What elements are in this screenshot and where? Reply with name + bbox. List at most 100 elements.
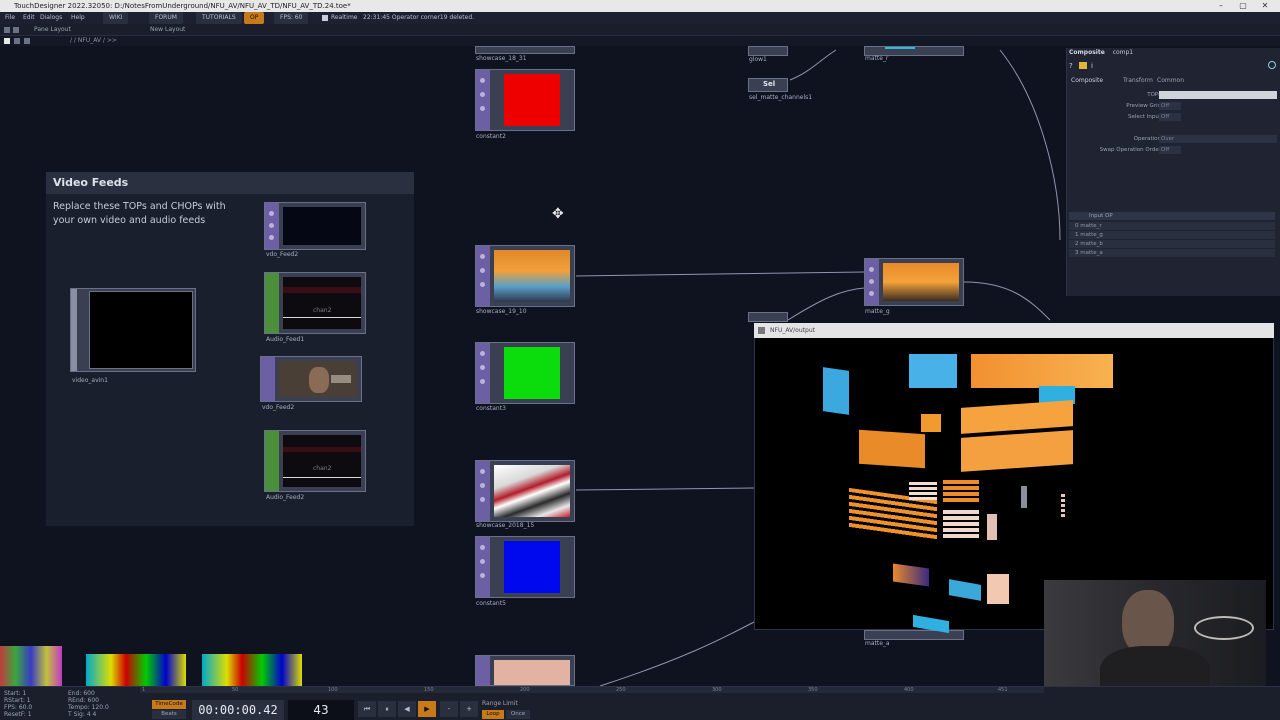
param-label: Preview Grid (1126, 103, 1161, 109)
palette-thumb[interactable] (0, 646, 62, 686)
info-icon[interactable]: i (1091, 62, 1093, 70)
input-row[interactable]: 1 matte_g (1069, 231, 1275, 239)
param-row-preview: Preview Grid Off (1067, 101, 1280, 111)
tab-transform[interactable]: Transform (1123, 76, 1153, 86)
settings-icon[interactable] (1268, 61, 1276, 69)
node-label: showcase_19_10 (476, 308, 527, 315)
tick-label: 350 (808, 687, 818, 693)
node-partial-bottom[interactable] (475, 655, 575, 686)
node-constant3[interactable] (475, 342, 575, 404)
node-label: glow1 (749, 56, 767, 63)
parameter-panel: Composite comp1 ? i Composite Transform … (1066, 48, 1280, 296)
node-matte-g[interactable] (864, 258, 964, 306)
viewer-title-bar[interactable]: NFU_AV/output (754, 323, 1274, 338)
tsig-field[interactable]: 4 4 (87, 711, 97, 718)
tick-label: 50 (232, 687, 239, 693)
param-label: Select Input (1128, 114, 1161, 120)
param-label: Swap Operation Order (1099, 147, 1161, 153)
tab-composite[interactable]: Composite (1071, 76, 1103, 86)
plus-icon[interactable]: + (460, 701, 478, 717)
reset-label: ResetF: (4, 711, 26, 718)
end-field[interactable]: 600 (83, 690, 94, 697)
fps-field[interactable]: 60.0 (19, 704, 32, 711)
wire-matteg (963, 281, 1051, 321)
node-constant5[interactable] (475, 536, 575, 598)
pause-icon[interactable]: ⏸ (378, 701, 396, 717)
rstart-field[interactable]: 1 (27, 697, 31, 704)
wire-sel (787, 287, 865, 321)
input-row[interactable]: 3 matte_a (1069, 249, 1275, 257)
thumb-node[interactable] (202, 654, 302, 686)
play-icon[interactable]: ▶ (418, 701, 436, 717)
node-matte-a[interactable] (864, 630, 964, 640)
rend-label: REnd: (68, 697, 86, 704)
node-vdo-feed2-cam[interactable] (260, 356, 362, 402)
node-showcase-2018[interactable] (475, 460, 575, 522)
tick-label: 400 (904, 687, 914, 693)
node-hidden[interactable] (748, 312, 788, 322)
input-op-header: Input OP (1069, 212, 1275, 220)
node-audio-feed2[interactable]: chan2 (264, 430, 366, 492)
skip-start-icon[interactable]: ⏮ (358, 701, 376, 717)
param-row-tops: TOPs (1067, 90, 1280, 100)
timeline: Start: 1 RStart: 1 FPS: 60.0 ResetF: 1 E… (0, 686, 1280, 720)
param-label: Operation (1133, 136, 1161, 142)
tick-label: 100 (328, 687, 338, 693)
node-glow[interactable] (748, 46, 788, 56)
param-op-name[interactable]: comp1 (1113, 49, 1133, 56)
node-label: Audio_Feed2 (266, 494, 305, 501)
swap-order-toggle[interactable]: Off (1159, 146, 1181, 154)
param-header: Composite comp1 (1067, 48, 1280, 58)
tops-field[interactable] (1159, 91, 1277, 99)
loop-toggle[interactable]: Loop (482, 710, 504, 719)
timeline-ruler[interactable]: 1 50 100 150 200 250 300 350 400 451 (140, 687, 1044, 693)
input-row[interactable]: 0 matte_r (1069, 222, 1275, 230)
node-sel[interactable]: Sel (748, 78, 788, 92)
preview-grid-toggle[interactable]: Off (1159, 102, 1181, 110)
rend-field[interactable]: 600 (88, 697, 99, 704)
node-label: vdo_Feed2 (262, 404, 295, 411)
timecode-display[interactable]: 00:00:00.42 (192, 700, 284, 720)
frame-field[interactable]: 43 (288, 700, 354, 720)
node-label: sel_matte_channels1 (749, 94, 813, 101)
node-label: constant2 (476, 133, 506, 140)
node-showcase-19[interactable] (475, 245, 575, 307)
timecode-toggle[interactable]: TimeCode (152, 700, 186, 709)
node-video-avin[interactable] (70, 288, 196, 372)
op-icon[interactable] (1079, 62, 1087, 69)
node-label: showcase_2018_15 (476, 522, 535, 529)
once-toggle[interactable]: Once (506, 710, 530, 719)
chan-label: chan2 (313, 307, 332, 314)
node-label: matte_a (865, 640, 890, 647)
wire-glow (789, 49, 837, 81)
timeline-info-labels: Start: 1 RStart: 1 FPS: 60.0 ResetF: 1 (4, 690, 32, 718)
sel-label: Sel (763, 80, 776, 88)
node-vdo-feed2[interactable] (264, 202, 366, 250)
node-showcase-18[interactable] (475, 46, 575, 54)
beats-toggle[interactable]: Beats (152, 710, 186, 719)
param-row-operation: Operation Over (1067, 134, 1280, 144)
start-field[interactable]: 1 (23, 690, 27, 697)
tab-common[interactable]: Common (1157, 76, 1184, 86)
select-input-toggle[interactable]: Off (1159, 113, 1181, 121)
chan-label: chan2 (313, 465, 332, 472)
viewer-app-icon (758, 327, 765, 334)
node-label: matte_r (865, 55, 889, 62)
help-icon[interactable]: ? (1069, 62, 1073, 70)
tempo-field[interactable]: 120.0 (92, 704, 109, 711)
reset-field[interactable]: 1 (28, 711, 32, 718)
step-back-icon[interactable]: ◀ (398, 701, 416, 717)
comment-text: Replace these TOPs and CHOPs with your o… (53, 201, 226, 226)
end-label: End: (68, 690, 82, 697)
node-label: vdo_Feed2 (266, 251, 299, 258)
input-row[interactable]: 2 matte_b (1069, 240, 1275, 248)
minus-icon[interactable]: - (440, 701, 458, 717)
node-label: video_avin1 (72, 377, 108, 384)
node-label: showcase_18_31 (476, 55, 527, 62)
operation-select[interactable]: Over (1159, 135, 1277, 143)
node-label: Audio_Feed1 (266, 336, 305, 343)
node-audio-feed1[interactable]: chan2 (264, 272, 366, 334)
viewer-title: NFU_AV/output (770, 327, 815, 334)
node-constant2[interactable] (475, 69, 575, 131)
thumb-node[interactable] (86, 654, 186, 686)
